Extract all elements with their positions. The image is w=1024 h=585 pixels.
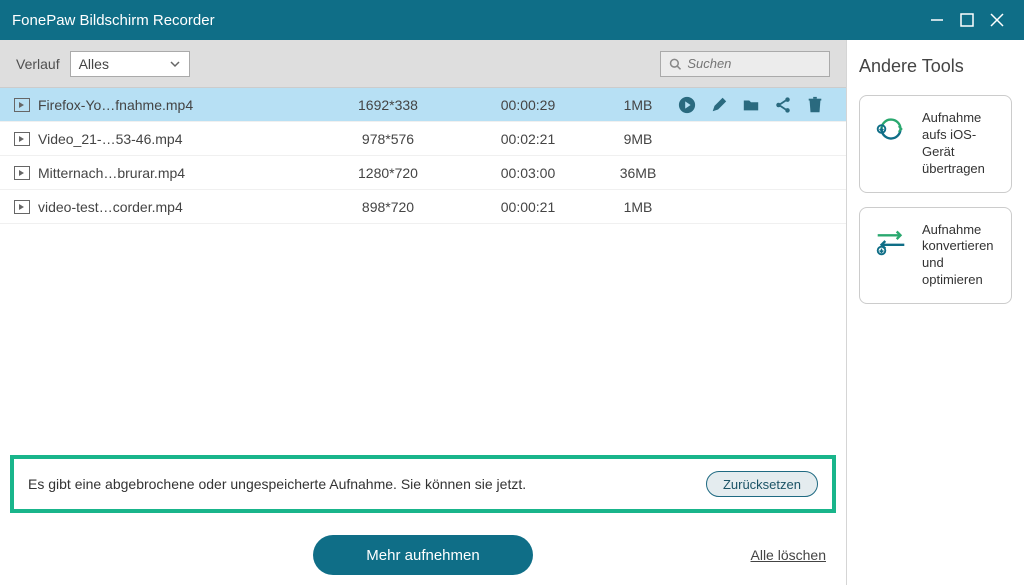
tool-label: Aufnahme aufs iOS-Gerät übertragen <box>922 110 999 178</box>
banner-text: Es gibt eine abgebrochene oder ungespeic… <box>28 476 526 492</box>
transfer-sync-icon <box>872 110 910 148</box>
chevron-down-icon <box>169 58 181 70</box>
trash-icon[interactable] <box>806 96 824 114</box>
cell-resolution: 898*720 <box>318 199 458 215</box>
sidebar-title: Andere Tools <box>859 56 1012 77</box>
close-button[interactable] <box>982 5 1012 35</box>
cell-resolution: 978*576 <box>318 131 458 147</box>
cell-duration: 00:03:00 <box>458 165 598 181</box>
cell-name: video-test…corder.mp4 <box>38 199 318 215</box>
video-file-icon <box>14 200 30 214</box>
cell-name: Mitternach…brurar.mp4 <box>38 165 318 181</box>
cell-name: Firefox-Yo…fnahme.mp4 <box>38 97 318 113</box>
cell-name: Video_21-…53-46.mp4 <box>38 131 318 147</box>
video-file-icon <box>14 98 30 112</box>
cell-size: 1MB <box>598 97 678 113</box>
delete-all-link[interactable]: Alle löschen <box>751 547 827 563</box>
cell-size: 1MB <box>598 199 678 215</box>
convert-icon <box>872 222 910 260</box>
cell-resolution: 1692*338 <box>318 97 458 113</box>
tool-transfer-ios[interactable]: Aufnahme aufs iOS-Gerät übertragen <box>859 95 1012 193</box>
video-file-icon <box>14 132 30 146</box>
minimize-button[interactable] <box>922 5 952 35</box>
cell-resolution: 1280*720 <box>318 165 458 181</box>
maximize-button[interactable] <box>952 5 982 35</box>
app-title: FonePaw Bildschirm Recorder <box>12 12 215 29</box>
search-input[interactable] <box>687 56 821 71</box>
tool-convert-optimize[interactable]: Aufnahme konvertieren und optimieren <box>859 207 1012 305</box>
filter-selected-value: Alles <box>79 56 109 72</box>
share-icon[interactable] <box>774 96 792 114</box>
search-box[interactable] <box>660 51 830 77</box>
history-label: Verlauf <box>16 56 60 72</box>
play-icon[interactable] <box>678 96 696 114</box>
cell-duration: 00:02:21 <box>458 131 598 147</box>
search-icon <box>669 57 681 71</box>
folder-icon[interactable] <box>742 96 760 114</box>
cell-size: 9MB <box>598 131 678 147</box>
edit-icon[interactable] <box>710 96 728 114</box>
table-row[interactable]: video-test…corder.mp4 898*720 00:00:21 1… <box>0 190 846 224</box>
cell-size: 36MB <box>598 165 678 181</box>
cell-duration: 00:00:29 <box>458 97 598 113</box>
tool-label: Aufnahme konvertieren und optimieren <box>922 222 999 290</box>
recordings-table: Firefox-Yo…fnahme.mp4 1692*338 00:00:29 … <box>0 88 846 455</box>
video-file-icon <box>14 166 30 180</box>
table-row[interactable]: Video_21-…53-46.mp4 978*576 00:02:21 9MB <box>0 122 846 156</box>
table-row[interactable]: Mitternach…brurar.mp4 1280*720 00:03:00 … <box>0 156 846 190</box>
cell-duration: 00:00:21 <box>458 199 598 215</box>
unsaved-recording-banner: Es gibt eine abgebrochene oder ungespeic… <box>10 455 836 513</box>
table-row[interactable]: Firefox-Yo…fnahme.mp4 1692*338 00:00:29 … <box>0 88 846 122</box>
reset-button[interactable]: Zurücksetzen <box>706 471 818 497</box>
filter-select[interactable]: Alles <box>70 51 190 77</box>
record-more-button[interactable]: Mehr aufnehmen <box>313 535 533 575</box>
